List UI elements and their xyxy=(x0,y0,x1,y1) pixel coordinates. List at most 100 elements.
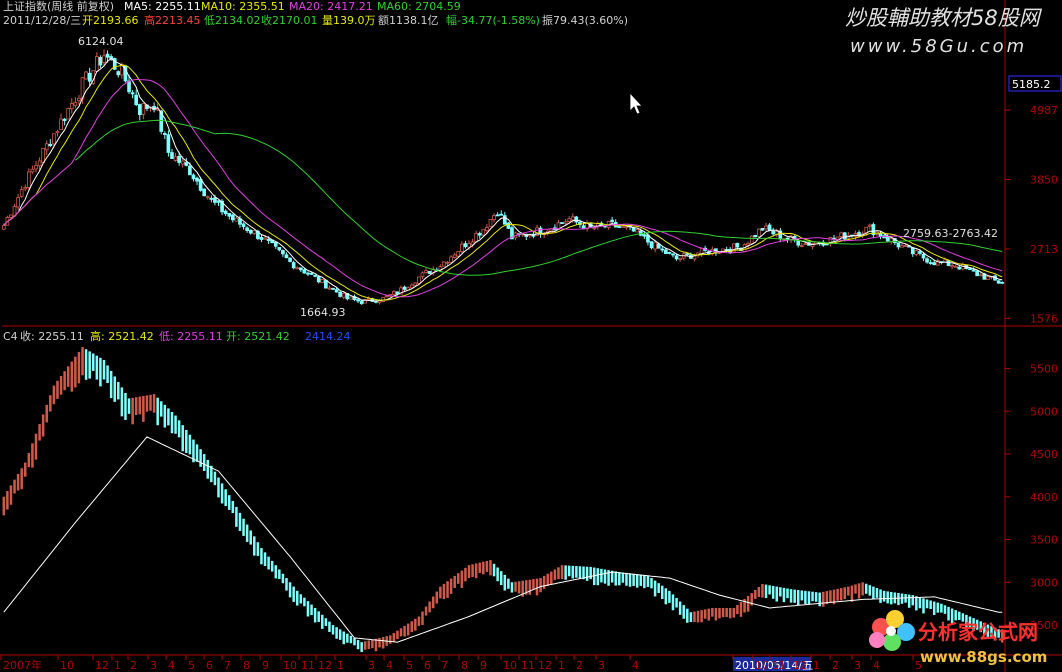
watermark-top-url: www.58Gu.com xyxy=(850,36,1027,57)
candle-body xyxy=(41,147,45,163)
c4-bar xyxy=(768,585,771,595)
c4-bar xyxy=(528,579,532,595)
y-tick-label: 2713 xyxy=(1030,243,1058,256)
candle-body xyxy=(624,226,629,229)
c4-bar xyxy=(303,597,306,607)
candle-body xyxy=(749,235,754,244)
c4-bar xyxy=(92,353,95,371)
c4-bar xyxy=(410,621,413,633)
c4-bar xyxy=(74,356,77,388)
c4-bar xyxy=(238,512,242,531)
c4-bar xyxy=(392,632,396,643)
c4-bar xyxy=(546,573,549,586)
c4-bar xyxy=(668,590,671,603)
c4-bar xyxy=(270,560,274,572)
amount-value: 额1138.1亿 xyxy=(378,14,439,27)
c4-bar xyxy=(378,637,381,648)
candle-body xyxy=(567,218,572,222)
candle-body xyxy=(642,234,647,237)
candle-body xyxy=(918,251,922,254)
candle-body xyxy=(842,232,847,240)
candle-body xyxy=(560,222,564,224)
c4-bar xyxy=(868,585,872,596)
x-tick-label: 3 xyxy=(150,659,157,672)
candle-body xyxy=(230,214,235,221)
c4-bar xyxy=(471,564,474,577)
c4-signal-line xyxy=(3,436,1003,643)
candle-body xyxy=(320,279,325,284)
c4-bar xyxy=(814,592,818,602)
candle-body xyxy=(839,232,844,237)
candle-body xyxy=(463,243,468,248)
c4-bar xyxy=(435,591,439,604)
candle-body xyxy=(191,174,196,180)
c4-bar xyxy=(693,611,696,623)
candle-body xyxy=(427,270,432,275)
c4-bar xyxy=(736,604,739,615)
candle-body xyxy=(467,243,471,248)
c4-bar xyxy=(278,569,281,580)
candle-body xyxy=(356,299,360,302)
x-tick-label: 7 xyxy=(441,659,448,672)
c4-bar xyxy=(335,627,338,639)
c4-bar xyxy=(857,583,861,599)
c4-bar xyxy=(242,518,245,536)
c4-bar xyxy=(134,397,138,416)
c4-bar xyxy=(811,591,814,602)
upper-price-panel xyxy=(1,49,1005,305)
c4-bar xyxy=(367,640,371,650)
c4-bar xyxy=(321,614,324,629)
c4-bar xyxy=(195,444,199,462)
c4-bar xyxy=(958,611,961,620)
candle-body xyxy=(474,232,478,243)
candle-body xyxy=(878,232,883,237)
y-tick-label: 5000 xyxy=(1030,405,1058,418)
candle-body xyxy=(213,197,217,203)
candle-body xyxy=(667,252,672,254)
c4-bar xyxy=(571,565,575,579)
candle-body xyxy=(180,160,185,165)
x-tick-label: 1 xyxy=(558,659,565,672)
c4-bar xyxy=(678,601,682,615)
candle-body xyxy=(127,80,131,93)
c4-bar xyxy=(360,642,363,653)
candle-body xyxy=(252,230,257,234)
c4-bar xyxy=(24,462,27,477)
x-tick-label: 4 xyxy=(632,659,639,672)
candle-body xyxy=(996,280,1001,284)
c4-bar xyxy=(489,560,492,576)
c4-bar xyxy=(439,586,442,599)
index-name: 上证指数(周线 前复权) xyxy=(3,0,114,13)
c4-bar xyxy=(789,589,793,603)
c4-bar xyxy=(346,633,349,643)
x-tick-label: 10 xyxy=(503,659,517,672)
candle-body xyxy=(735,242,740,248)
c4-bar xyxy=(542,575,546,589)
c4-bar xyxy=(485,560,489,572)
c4-bar xyxy=(131,397,134,425)
c4-bar xyxy=(467,565,471,578)
c4-bar xyxy=(188,434,192,455)
c4-name: C4 xyxy=(3,330,18,343)
candle-body xyxy=(1000,281,1005,284)
c4-bar xyxy=(775,586,779,602)
c4-bar xyxy=(872,586,875,600)
candle-body xyxy=(975,270,979,277)
candle-body xyxy=(445,261,450,264)
candle-body xyxy=(84,71,88,80)
candle-body xyxy=(456,250,461,257)
c4-bar xyxy=(163,404,167,428)
candle-body xyxy=(327,287,332,290)
c4-bar xyxy=(725,607,728,618)
c4-bar xyxy=(900,593,904,604)
x-axis: 2007年 10 12 1 2 3 4 5 6 7 8 9 10 11 12 1 3 4 5 6 7 8 9 10 11 12 1 2… xyxy=(0,655,922,672)
c4-bar xyxy=(120,387,124,417)
candle-body xyxy=(341,292,346,298)
c4-bar xyxy=(220,483,224,504)
c4-bar xyxy=(621,572,625,583)
candle-body xyxy=(757,228,761,238)
candle-body xyxy=(137,104,142,116)
c4-bar xyxy=(260,548,263,565)
candle-body xyxy=(950,265,954,267)
c4-bar xyxy=(915,596,918,611)
